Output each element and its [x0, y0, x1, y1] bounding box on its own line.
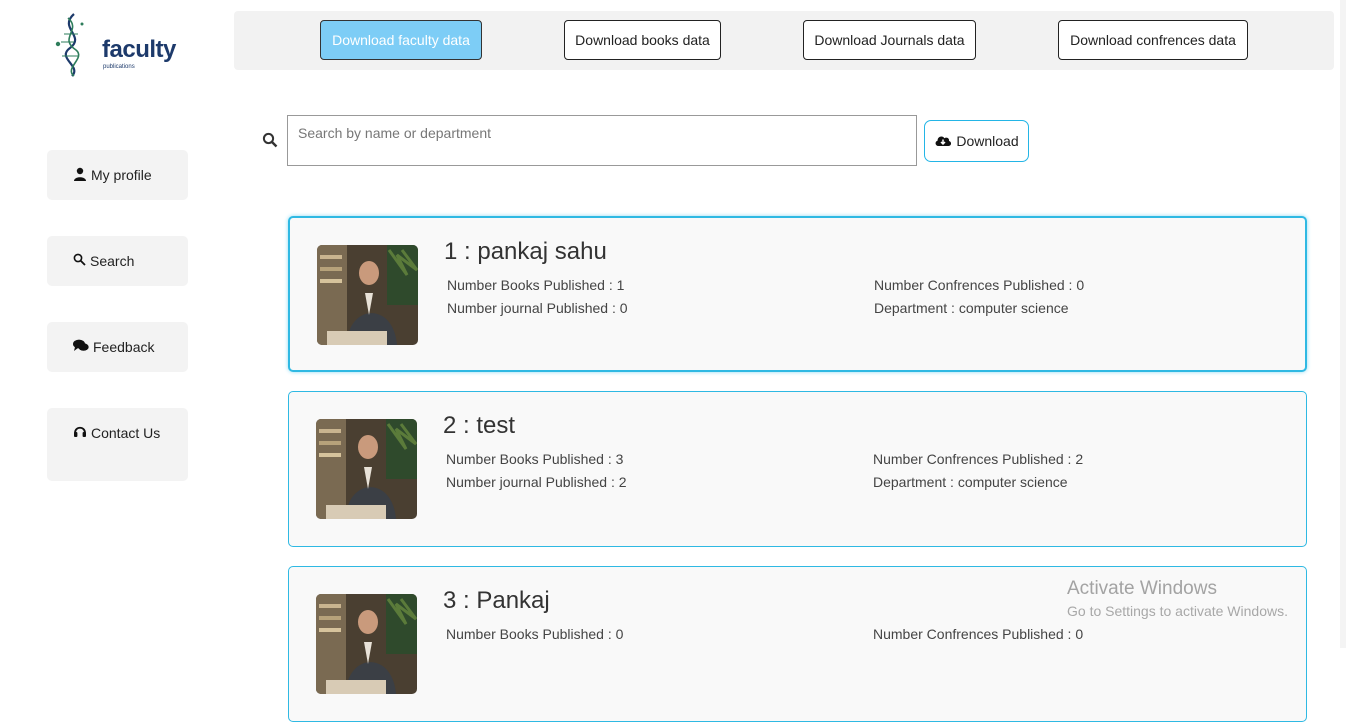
- activate-windows-watermark: Activate Windows: [1067, 578, 1217, 599]
- sidebar-item-feedback[interactable]: Feedback: [47, 322, 188, 372]
- comments-icon: [73, 339, 89, 355]
- confrences-count: Number Confrences Published : 0: [873, 626, 1084, 642]
- confrences-count: Number Confrences Published : 0: [874, 277, 1085, 293]
- journals-count: Number journal Published : 2: [446, 474, 627, 490]
- books-count: Number Books Published : 3: [446, 451, 624, 467]
- cloud-download-icon: [934, 133, 952, 150]
- sidebar-item-label: My profile: [91, 167, 152, 183]
- faculty-logo[interactable]: faculty publications: [52, 12, 176, 78]
- user-icon: [73, 167, 87, 184]
- faculty-name: 3 : Pankaj: [443, 587, 550, 614]
- dna-helix-icon: [55, 13, 84, 77]
- magnifier-icon: [73, 253, 86, 269]
- headset-icon: [73, 423, 87, 446]
- confrences-count: Number Confrences Published : 2: [873, 451, 1084, 467]
- faculty-photo: [317, 245, 418, 345]
- page-scrollbar[interactable]: [1340, 0, 1346, 648]
- search-input[interactable]: [287, 115, 917, 166]
- journals-count: Number journal Published : 0: [447, 300, 628, 316]
- faculty-photo: [316, 594, 417, 694]
- faculty-card[interactable]: 2 : test Number Books Published : 3 Numb…: [288, 391, 1307, 547]
- download-confrences-data-button[interactable]: Download confrences data: [1058, 20, 1248, 60]
- download-journals-data-button[interactable]: Download Journals data: [803, 20, 976, 60]
- faculty-name: 1 : pankaj sahu: [444, 238, 607, 265]
- sidebar-item-label: Search: [90, 253, 135, 269]
- search-icon: [262, 132, 278, 148]
- faculty-name: 2 : test: [443, 412, 516, 439]
- download-faculty-data-button[interactable]: Download faculty data: [320, 20, 482, 60]
- activate-windows-hint: Go to Settings to activate Windows.: [1067, 603, 1288, 619]
- logo-subtitle: publications: [103, 64, 135, 70]
- sidebar-item-my-profile[interactable]: My profile: [47, 150, 188, 200]
- download-button-label: Download: [956, 133, 1019, 149]
- faculty-card[interactable]: 1 : pankaj sahu Number Books Published :…: [288, 216, 1307, 372]
- sidebar-item-contact-us[interactable]: Contact Us: [47, 408, 188, 481]
- download-books-data-button[interactable]: Download books data: [564, 20, 721, 60]
- logo-title: faculty: [102, 36, 176, 63]
- sidebar-item-search[interactable]: Search: [47, 236, 188, 286]
- sidebar-item-label: Feedback: [93, 339, 155, 355]
- department: Department : computer science: [873, 474, 1068, 490]
- books-count: Number Books Published : 1: [447, 277, 625, 293]
- faculty-photo: [316, 419, 417, 519]
- books-count: Number Books Published : 0: [446, 626, 624, 642]
- sidebar-item-label: Contact Us: [91, 425, 161, 441]
- department: Department : computer science: [874, 300, 1069, 316]
- download-button[interactable]: Download: [924, 120, 1029, 162]
